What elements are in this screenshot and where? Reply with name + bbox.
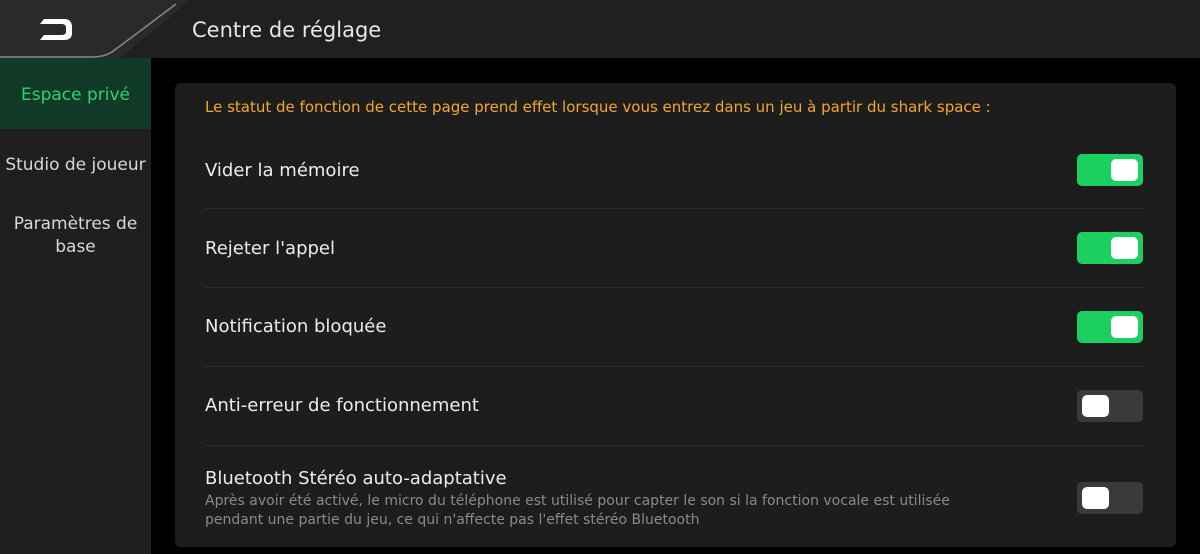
sidebar-item-label: Espace privé (20, 85, 131, 105)
sidebar-item-label: Studio de joueur (5, 155, 146, 175)
sidebar: Espace privé Studio de joueur Paramètres… (0, 58, 151, 554)
sidebar-item-label-line1: Paramètres de (13, 214, 138, 234)
setting-row-anti-erreur: Anti-erreur de fonctionnement (205, 367, 1145, 446)
toggle-knob (1111, 159, 1138, 181)
toggle-knob (1082, 487, 1109, 509)
settings-panel: Le statut de fonction de cette page pren… (175, 83, 1176, 547)
notice-text: Le statut de fonction de cette page pren… (205, 98, 991, 116)
toggle-knob (1082, 395, 1109, 417)
sidebar-item-label-line2: base (55, 237, 96, 257)
toggle-bluetooth-stereo[interactable] (1077, 482, 1143, 514)
toggle-notification-bloquee[interactable] (1077, 311, 1143, 343)
toggle-knob (1111, 316, 1138, 338)
setting-label: Notification bloquée (205, 316, 387, 337)
setting-row-notification-bloquee: Notification bloquée (205, 288, 1145, 367)
setting-row-rejeter-appel: Rejeter l'appel (205, 209, 1145, 288)
sidebar-item-parametres-de-base[interactable]: Paramètres de base (0, 213, 151, 263)
setting-label: Vider la mémoire (205, 160, 360, 181)
setting-row-vider-memoire: Vider la mémoire (205, 130, 1145, 209)
page-title: Centre de réglage (192, 18, 382, 42)
settings-app: Centre de réglage Espace privé Studio de… (0, 0, 1200, 554)
sidebar-item-studio-de-joueur[interactable]: Studio de joueur (0, 152, 151, 180)
back-tab-shape (0, 0, 190, 58)
setting-description-line2: pendant une partie du jeu, ce qui n'affe… (205, 512, 700, 528)
setting-label: Bluetooth Stéréo auto-adaptative (205, 468, 507, 489)
toggle-anti-erreur[interactable] (1077, 390, 1143, 422)
header-bar: Centre de réglage (0, 0, 1200, 58)
sidebar-item-espace-prive[interactable]: Espace privé (0, 58, 151, 129)
setting-description-line1: Après avoir été activé, le micro du télé… (205, 493, 950, 509)
toggle-rejeter-appel[interactable] (1077, 232, 1143, 264)
toggle-knob (1111, 237, 1138, 259)
toggle-vider-memoire[interactable] (1077, 154, 1143, 186)
setting-label: Rejeter l'appel (205, 238, 336, 259)
setting-row-bluetooth-stereo: Bluetooth Stéréo auto-adaptative Après a… (205, 446, 1145, 546)
back-button[interactable] (0, 0, 190, 58)
setting-label: Anti-erreur de fonctionnement (205, 395, 479, 416)
